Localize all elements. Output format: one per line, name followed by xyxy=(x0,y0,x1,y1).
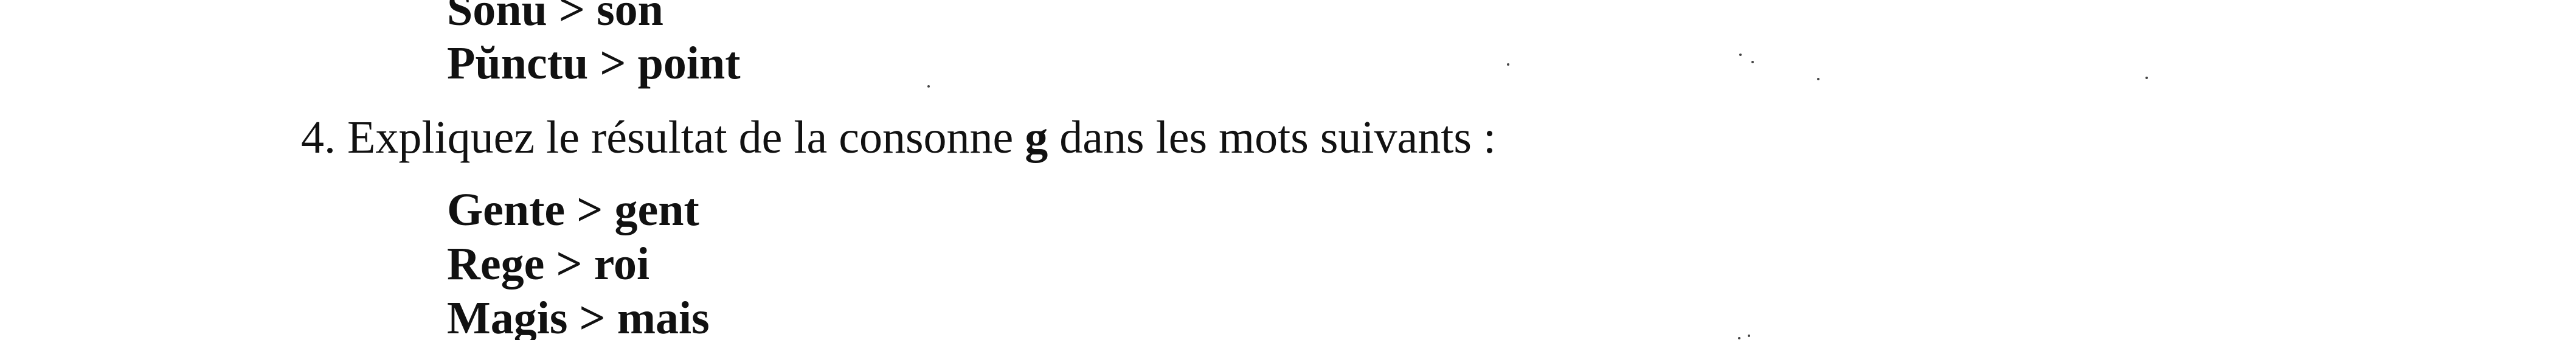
scan-speck xyxy=(1739,54,1742,56)
example-rege: Rege > roi xyxy=(447,238,650,290)
scan-speck xyxy=(1817,78,1819,80)
example-magis: Magis > mais xyxy=(447,293,710,340)
question-4: 4. Expliquez le résultat de la consonne … xyxy=(301,114,1496,161)
question-number: 4. xyxy=(301,112,336,163)
scan-speck xyxy=(2145,77,2148,79)
question-text-after: dans les mots suivants : xyxy=(1048,112,1497,163)
example-sonu: Sonu > son xyxy=(447,0,663,35)
question-highlight: g xyxy=(1025,112,1048,163)
example-punctu: Pŭnctu > point xyxy=(447,38,741,89)
question-text-before: Expliquez le résultat de la consonne xyxy=(347,112,1025,163)
document-page: Sonu > son Pŭnctu > point 4. Expliquez l… xyxy=(0,0,2576,340)
scan-speck xyxy=(1507,63,1509,66)
scan-speck xyxy=(1748,335,1750,337)
scan-speck xyxy=(1738,337,1740,339)
scan-speck xyxy=(1751,61,1754,63)
scan-speck xyxy=(927,85,930,88)
example-gente: Gente > gent xyxy=(447,184,699,235)
